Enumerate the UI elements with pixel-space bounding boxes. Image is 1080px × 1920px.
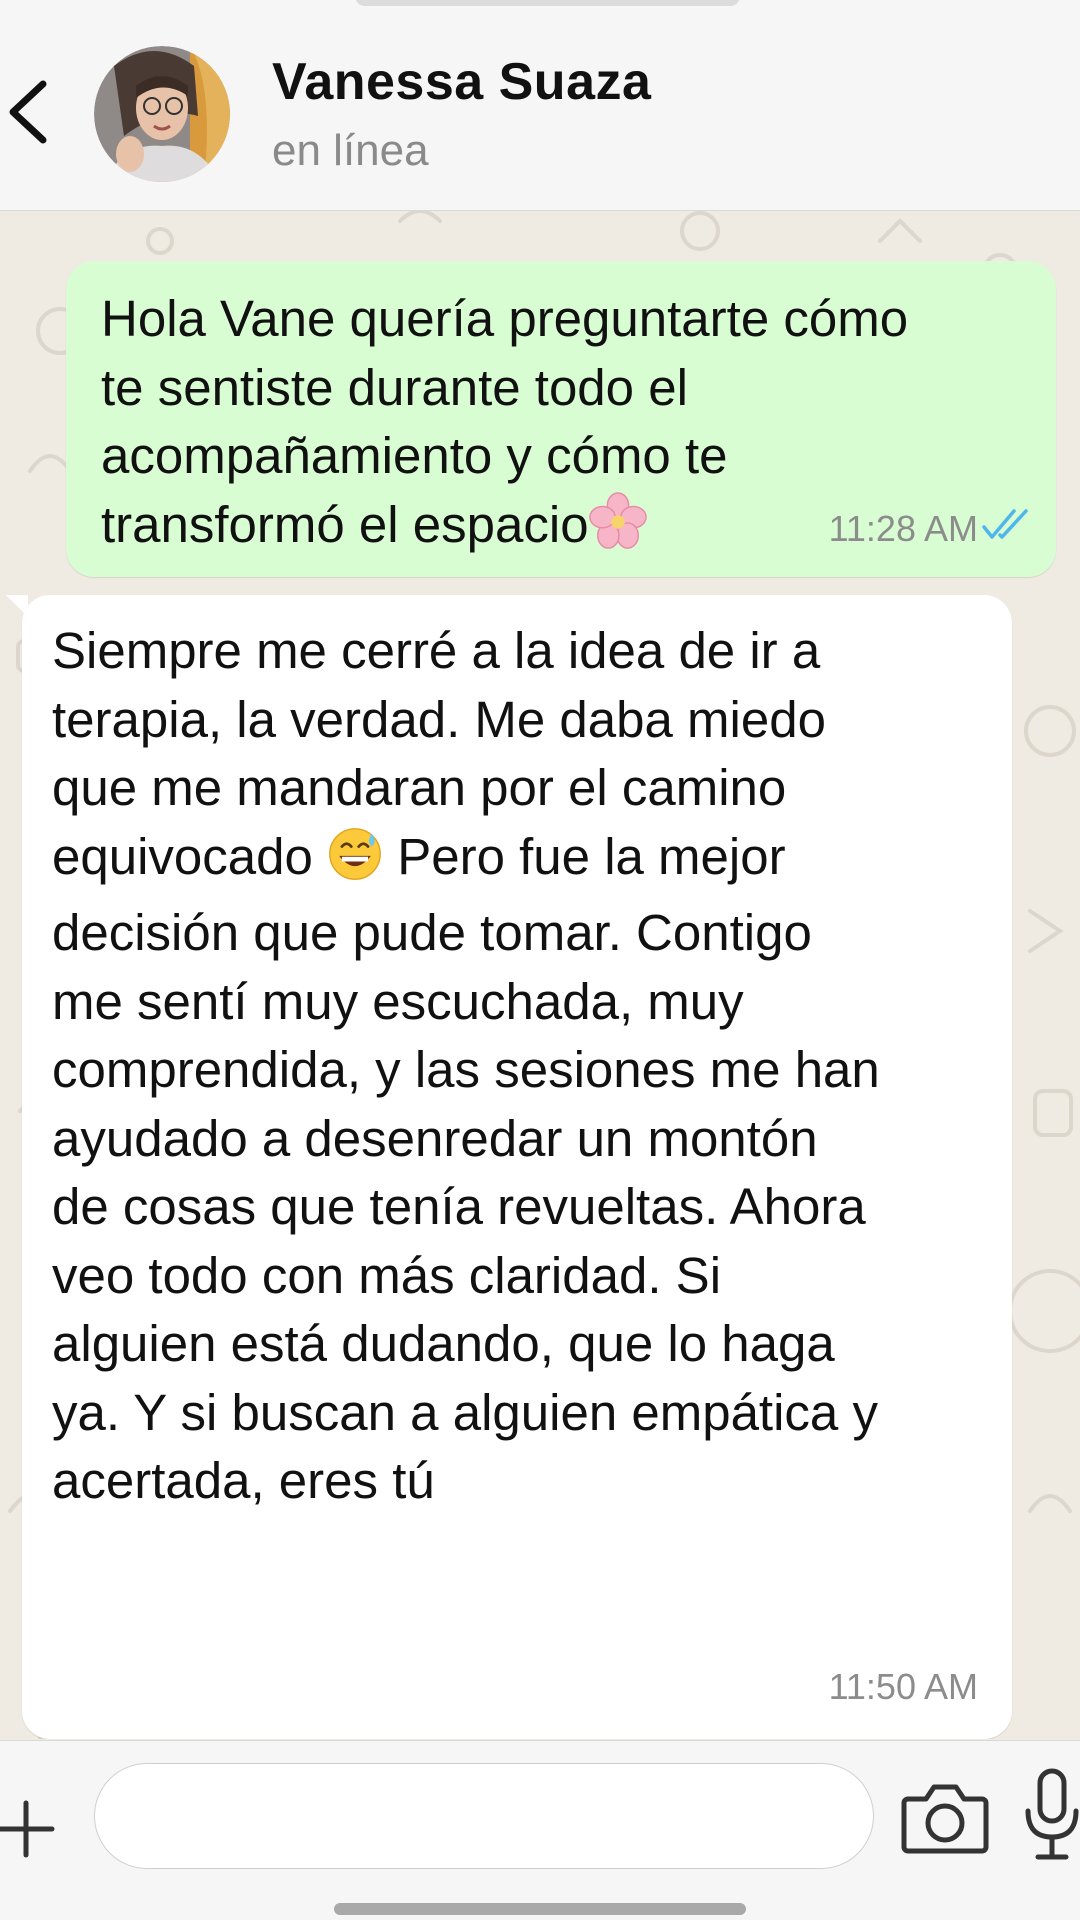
microphone-icon [1025, 1768, 1079, 1860]
message-line: terapia, la verdad. Me daba miedo [52, 690, 826, 748]
outgoing-message-bubble[interactable]: Hola Vane quería preguntarte cómo te sen… [66, 261, 1056, 577]
back-button[interactable] [0, 72, 60, 152]
message-line: veo todo con más claridad. Si [52, 1246, 722, 1304]
plus-icon [0, 1800, 55, 1858]
avatar-photo-icon [94, 46, 230, 182]
contact-avatar[interactable] [94, 46, 230, 182]
chat-screen: Vanessa Suaza en línea Hola Vane quería … [0, 0, 1080, 1920]
message-line: Siempre me cerré a la idea de ir a [52, 622, 821, 679]
grinning-sweat-emoji-icon [327, 826, 383, 900]
message-line: que me mandaran por el camino [52, 759, 787, 816]
camera-icon [901, 1784, 989, 1854]
message-line: acompañamiento y cómo te [101, 427, 728, 484]
message-line: decisión que pude tomar. Contigo [52, 904, 812, 961]
incoming-message-bubble[interactable]: Siempre me cerré a la idea de ir a terap… [6, 595, 1012, 1739]
cherry-blossom-emoji-icon [588, 491, 647, 568]
message-input-bar [0, 1740, 1080, 1920]
message-time: 11:50 AM [828, 1665, 978, 1707]
home-indicator[interactable] [334, 1903, 746, 1915]
message-line: Hola Vane quería preguntarte cómo [101, 290, 909, 347]
message-line: ya. Y si buscan a alguien empática y [52, 1383, 878, 1441]
message-meta: 11:28 AM [829, 495, 1032, 564]
chat-header: Vanessa Suaza en línea [0, 0, 1080, 211]
contact-status: en línea [272, 126, 429, 175]
message-line: ayudado a desenredar un montón [52, 1109, 818, 1167]
camera-button[interactable] [900, 1775, 990, 1861]
microphone-button[interactable] [1024, 1765, 1080, 1865]
attach-button[interactable] [0, 1789, 60, 1869]
message-text: Siempre me cerré a la idea de ir a terap… [52, 617, 982, 1516]
message-meta: 11:50 AM [829, 1653, 978, 1722]
message-line: transformó el espacio [101, 495, 589, 553]
message-line: me sentí muy escuchada, muy [52, 972, 744, 1030]
message-line: comprendida, y las sesiones me han [52, 1041, 880, 1098]
message-time: 11:28 AM [828, 507, 978, 549]
message-line: de cosas que tenía revueltas. Ahora [52, 1178, 866, 1235]
contact-name[interactable]: Vanessa Suaza [272, 52, 651, 112]
message-line: te sentiste durante todo el [101, 358, 688, 416]
message-input[interactable] [94, 1763, 874, 1869]
message-line-with-emoji: equivocado Pero fue la mejor [52, 823, 982, 900]
status-bar-notch [355, 0, 740, 6]
chat-messages-area[interactable]: Hola Vane quería preguntarte cómo te sen… [0, 211, 1080, 1739]
message-line: Pero fue la mejor [397, 827, 786, 885]
read-double-check-icon [982, 495, 1032, 564]
message-line: equivocado [52, 827, 313, 885]
message-line: acertada, eres tú [52, 1452, 435, 1509]
message-line: alguien está dudando, que lo haga [52, 1315, 835, 1372]
chevron-left-icon [9, 80, 47, 144]
